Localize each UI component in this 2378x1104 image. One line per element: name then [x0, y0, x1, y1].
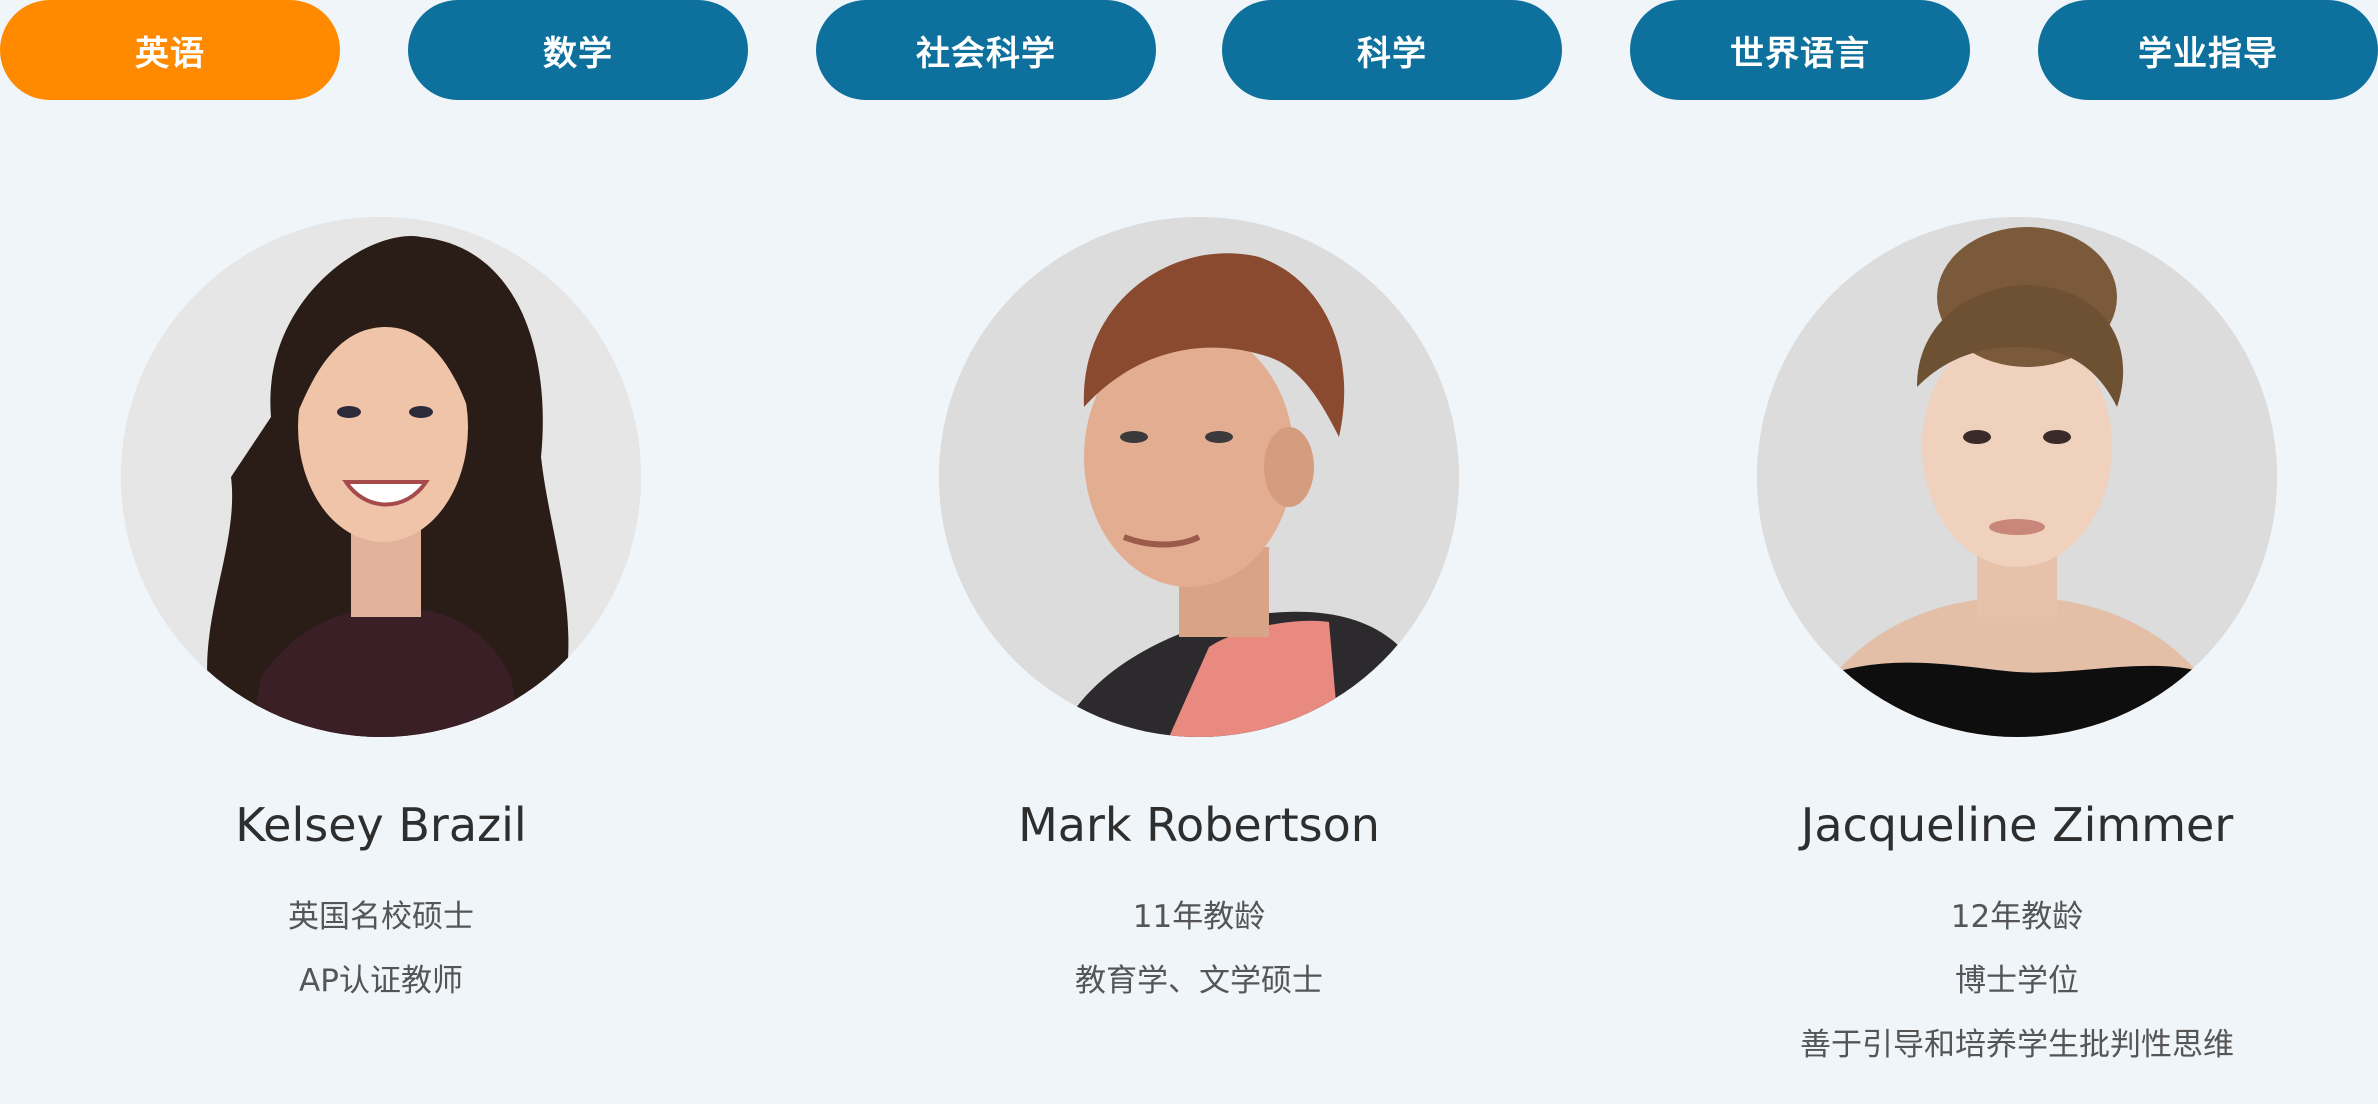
teacher-card: Mark Robertson 11年教龄 教育学、文学硕士	[889, 217, 1509, 1013]
teacher-detail-line: 善于引导和培养学生批判性思维	[1800, 1027, 2234, 1063]
teacher-details: 11年教龄 教育学、文学硕士	[889, 885, 1509, 1013]
tab-science[interactable]: 科学	[1222, 0, 1562, 100]
teacher-portrait-female-bun-icon	[1757, 217, 2277, 737]
teacher-name: Mark Robertson	[1018, 798, 1380, 852]
tab-math[interactable]: 数学	[408, 0, 748, 100]
tab-world-languages[interactable]: 世界语言	[1630, 0, 1970, 100]
teacher-photo	[1757, 217, 2277, 737]
teacher-detail-line: 博士学位	[1955, 963, 2079, 999]
tab-academic-advising[interactable]: 学业指导	[2038, 0, 2378, 100]
teacher-card: Jacqueline Zimmer 12年教龄 博士学位 善于引导和培养学生批判…	[1707, 217, 2327, 1077]
teacher-detail-line: 12年教龄	[1950, 899, 2084, 935]
tab-social-science[interactable]: 社会科学	[816, 0, 1156, 100]
teacher-detail-line: 教育学、文学硕士	[1075, 963, 1323, 999]
teacher-details: 12年教龄 博士学位 善于引导和培养学生批判性思维	[1707, 885, 2327, 1077]
teacher-detail-line: 11年教龄	[1132, 899, 1266, 935]
teachers-page: 英语 数学 社会科学 科学 世界语言 学业指导 Kelsey Brazil 英国…	[0, 0, 2378, 1104]
teacher-detail-line: AP认证教师	[299, 963, 463, 999]
tab-english[interactable]: 英语	[0, 0, 340, 100]
teacher-portrait-female-long-hair-icon	[121, 217, 641, 737]
teacher-name: Jacqueline Zimmer	[1800, 798, 2234, 852]
teacher-details: 英国名校硕士 AP认证教师	[71, 885, 691, 1013]
subject-tabs: 英语 数学 社会科学 科学 世界语言 学业指导	[0, 0, 2378, 100]
teacher-detail-line: 英国名校硕士	[288, 899, 474, 935]
teacher-card: Kelsey Brazil 英国名校硕士 AP认证教师	[71, 217, 691, 1013]
teacher-portrait-male-icon	[939, 217, 1459, 737]
teacher-photo	[121, 217, 641, 737]
teacher-name: Kelsey Brazil	[235, 798, 527, 852]
teacher-photo	[939, 217, 1459, 737]
